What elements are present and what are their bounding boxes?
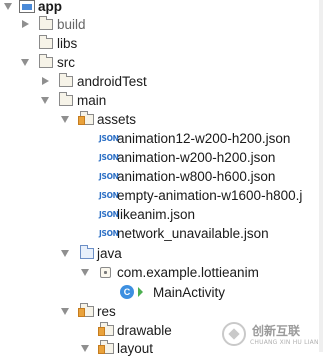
tree-item-assets[interactable]: assets: [0, 110, 160, 129]
tree-item-java[interactable]: java: [0, 244, 140, 263]
vertical-scrollbar[interactable]: [319, 0, 323, 352]
json-file-icon: JSON: [99, 134, 119, 143]
tree-item-label: res: [97, 304, 116, 319]
project-tree: app build libs src androidTest main asse…: [0, 0, 323, 356]
class-icon: C: [120, 285, 134, 299]
folder-icon: [39, 35, 53, 49]
watermark-logo-icon: [222, 322, 246, 346]
collapse-arrow-icon[interactable]: [61, 250, 69, 257]
source-folder-icon: [80, 245, 94, 259]
tree-item-label: assets: [97, 112, 137, 127]
json-file-icon: JSON: [99, 229, 119, 238]
collapse-arrow-icon[interactable]: [61, 116, 69, 123]
tree-item-androidtest[interactable]: androidTest: [0, 72, 170, 91]
tree-item-label: network_unavailable.json: [117, 226, 269, 241]
tree-item-label: src: [57, 55, 75, 70]
tree-item-file[interactable]: JSON animation-w800-h600.json: [0, 167, 323, 186]
watermark: 创新互联 CHUANG XIN HU LIAN: [218, 320, 323, 352]
collapse-arrow-icon[interactable]: [61, 308, 69, 315]
tree-item-layout[interactable]: layout: [0, 339, 200, 358]
tree-item-label: animation-w200-h200.json: [117, 150, 276, 165]
folder-icon: [39, 16, 53, 30]
collapse-arrow-icon[interactable]: [41, 97, 49, 104]
json-file-icon: JSON: [99, 153, 119, 162]
tree-item-label: app: [38, 0, 63, 14]
module-icon: [19, 0, 35, 13]
json-file-icon: JSON: [99, 172, 119, 181]
tree-item-src[interactable]: src: [0, 53, 120, 72]
collapse-arrow-icon[interactable]: [4, 3, 12, 10]
tree-item-label: layout: [117, 341, 154, 356]
tree-item-build[interactable]: build: [0, 15, 120, 34]
resource-folder-icon: [78, 111, 94, 125]
json-file-icon: JSON: [99, 210, 119, 219]
tree-item-label: com.example.lottieanim: [117, 265, 259, 280]
tree-item-res[interactable]: res: [0, 302, 140, 321]
resource-folder-icon: [98, 340, 114, 354]
resource-folder-icon: [98, 322, 114, 336]
collapse-arrow-icon[interactable]: [21, 59, 29, 66]
json-file-icon: JSON: [99, 191, 119, 200]
tree-item-libs[interactable]: libs: [0, 34, 120, 53]
tree-item-label: animation12-w200-h200.json: [117, 131, 291, 146]
tree-item-label: likeanim.json: [117, 207, 196, 222]
tree-item-file[interactable]: JSON network_unavailable.json: [0, 224, 323, 243]
watermark-subtitle: CHUANG XIN HU LIAN: [250, 339, 319, 346]
folder-icon: [39, 54, 53, 68]
tree-item-label: java: [97, 246, 122, 261]
tree-item-file[interactable]: JSON animation-w200-h200.json: [0, 148, 323, 167]
folder-icon: [59, 73, 73, 87]
tree-item-label: build: [57, 17, 86, 32]
package-icon: [100, 267, 111, 278]
resource-folder-icon: [78, 303, 94, 317]
tree-item-drawable[interactable]: drawable: [0, 321, 200, 340]
tree-item-label: drawable: [117, 323, 172, 338]
tree-item-label: main: [77, 93, 107, 108]
folder-icon: [59, 92, 73, 106]
collapse-arrow-icon[interactable]: [81, 345, 89, 352]
watermark-title: 创新互联: [252, 324, 301, 338]
collapse-arrow-icon[interactable]: [81, 269, 89, 276]
tree-item-file[interactable]: JSON empty-animation-w1600-h800.j: [0, 186, 323, 205]
tree-item-label: empty-animation-w1600-h800.j: [117, 188, 303, 203]
expand-arrow-icon[interactable]: [22, 20, 29, 28]
tree-item-app[interactable]: app: [0, 0, 100, 16]
tree-item-file[interactable]: JSON likeanim.json: [0, 205, 323, 224]
tree-item-label: animation-w800-h600.json: [117, 169, 276, 184]
tree-item-package[interactable]: com.example.lottieanim: [0, 263, 300, 282]
tree-item-label: libs: [57, 36, 78, 51]
tree-item-class[interactable]: C MainActivity: [0, 283, 260, 302]
tree-item-label: MainActivity: [153, 285, 226, 300]
tree-item-label: androidTest: [77, 74, 147, 89]
expand-arrow-icon[interactable]: [42, 77, 49, 85]
tree-item-main[interactable]: main: [0, 91, 140, 110]
tree-item-file[interactable]: JSON animation12-w200-h200.json: [0, 129, 323, 148]
run-marker-icon: [138, 287, 143, 297]
